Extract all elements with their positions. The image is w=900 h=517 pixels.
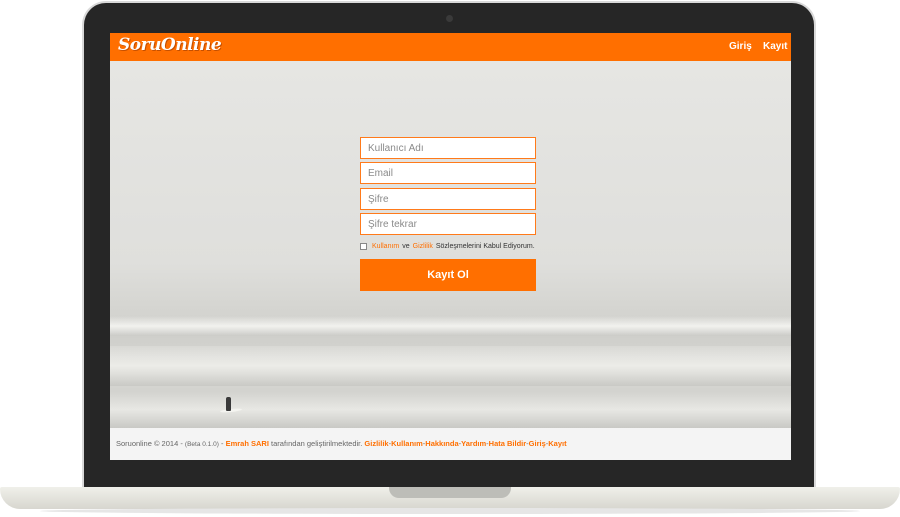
footer-link-terms[interactable]: Kullanım: [391, 439, 423, 448]
wave: [110, 316, 791, 336]
site-logo[interactable]: SoruOnline: [118, 35, 222, 55]
terms-agreement: Kullanım ve Gizlilik Sözleşmelerini Kabu…: [360, 243, 535, 250]
footer: Soruonline © 2014 - (Beta 0.1.0) - Emrah…: [110, 428, 791, 460]
register-button[interactable]: Kayıt Ol: [360, 259, 536, 291]
wave: [110, 346, 791, 386]
footer-link-register[interactable]: Kayıt: [548, 439, 566, 448]
nav-register-link[interactable]: Kayıt: [763, 41, 787, 52]
email-input[interactable]: [360, 162, 536, 184]
terms-link[interactable]: Kullanım: [372, 243, 399, 250]
footer-link-about[interactable]: Hakkında: [425, 439, 458, 448]
footer-text: Soruonline © 2014 - (Beta 0.1.0) - Emrah…: [116, 439, 567, 448]
laptop-base-notch: [389, 487, 511, 498]
hero-background: Kullanım ve Gizlilik Sözleşmelerini Kabu…: [110, 61, 791, 428]
footer-link-privacy[interactable]: Gizlilik: [364, 439, 388, 448]
top-navbar: SoruOnline Giriş Kayıt: [110, 33, 791, 61]
terms-checkbox[interactable]: [360, 243, 367, 250]
nav-login-link[interactable]: Giriş: [729, 41, 752, 52]
screen: SoruOnline Giriş Kayıt Kullanım ve Gizli…: [110, 33, 791, 460]
footer-dash: -: [220, 439, 224, 448]
footer-link-report-bug[interactable]: Hata Bildir: [489, 439, 527, 448]
surfer-image: [226, 397, 231, 411]
footer-author-suffix: tarafından geliştirilmektedir.: [271, 439, 363, 448]
terms-and-text: ve: [402, 243, 410, 250]
footer-beta-version: (Beta 0.1.0): [184, 441, 219, 448]
username-input[interactable]: [360, 137, 536, 159]
password-input[interactable]: [360, 188, 536, 210]
terms-suffix-text: Sözleşmelerini Kabul Ediyorum.: [435, 243, 535, 250]
password-repeat-input[interactable]: [360, 213, 536, 235]
camera-icon: [446, 15, 453, 22]
footer-copyright: Soruonline © 2014 -: [116, 439, 183, 448]
footer-link-login[interactable]: Giriş: [529, 439, 546, 448]
laptop-shadow: [40, 508, 860, 514]
footer-link-help[interactable]: Yardım: [461, 439, 486, 448]
privacy-link[interactable]: Gizlilik: [413, 243, 433, 250]
footer-author-link[interactable]: Emrah SARI: [226, 439, 269, 448]
wave: [110, 391, 791, 428]
